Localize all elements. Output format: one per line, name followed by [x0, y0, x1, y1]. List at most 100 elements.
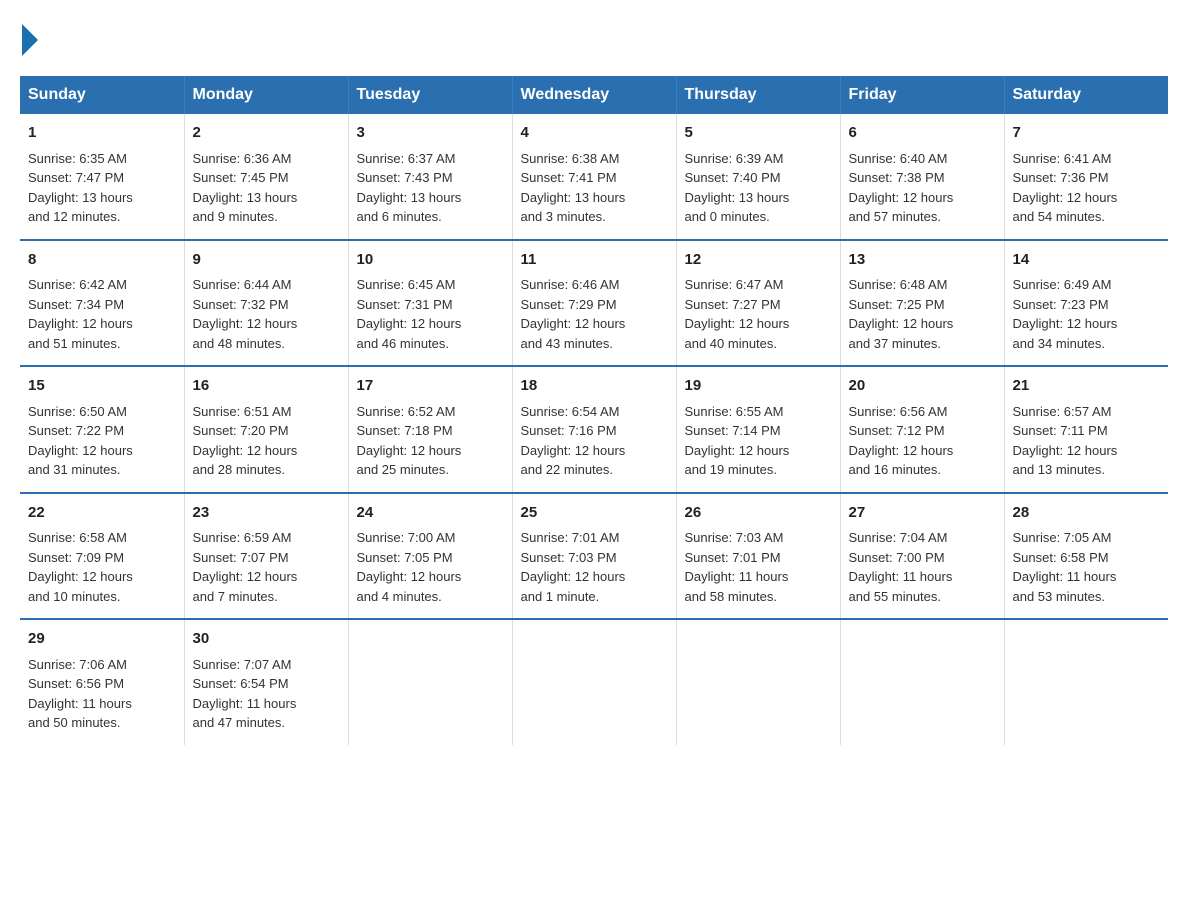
day-number: 30 — [193, 628, 340, 651]
calendar-day-cell: 27 Sunrise: 7:04 AM Sunset: 7:00 PM Dayli… — [840, 493, 1004, 620]
calendar-day-cell: 13 Sunrise: 6:48 AM Sunset: 7:25 PM Dayli… — [840, 240, 1004, 367]
day-info: Sunrise: 7:03 AM Sunset: 7:01 PM Dayligh… — [685, 528, 832, 606]
day-number: 16 — [193, 375, 340, 398]
calendar-day-cell — [676, 619, 840, 745]
calendar-day-cell: 26Sunrise: 7:03 AM Sunset: 7:01 PM Dayli… — [676, 493, 840, 620]
calendar-day-cell: 10 Sunrise: 6:45 AM Sunset: 7:31 PM Dayli… — [348, 240, 512, 367]
calendar-day-cell: 16 Sunrise: 6:51 AM Sunset: 7:20 PM Dayli… — [184, 366, 348, 493]
day-info: Sunrise: 6:50 AM Sunset: 7:22 PM Dayligh… — [28, 402, 176, 480]
calendar-day-cell: 11 Sunrise: 6:46 AM Sunset: 7:29 PM Dayli… — [512, 240, 676, 367]
calendar-day-cell: 22 Sunrise: 6:58 AM Sunset: 7:09 PM Dayli… — [20, 493, 184, 620]
calendar-day-cell: 4 Sunrise: 6:38 AM Sunset: 7:41 PM Daylig… — [512, 114, 676, 240]
day-info: Sunrise: 6:55 AM Sunset: 7:14 PM Dayligh… — [685, 402, 832, 480]
day-info: Sunrise: 7:07 AM Sunset: 6:54 PM Dayligh… — [193, 655, 340, 733]
calendar-day-cell: 20Sunrise: 6:56 AM Sunset: 7:12 PM Dayli… — [840, 366, 1004, 493]
calendar-day-cell: 12Sunrise: 6:47 AM Sunset: 7:27 PM Dayli… — [676, 240, 840, 367]
day-number: 24 — [357, 502, 504, 525]
day-number: 27 — [849, 502, 996, 525]
day-info: Sunrise: 7:05 AM Sunset: 6:58 PM Dayligh… — [1013, 528, 1161, 606]
day-info: Sunrise: 6:44 AM Sunset: 7:32 PM Dayligh… — [193, 275, 340, 353]
day-number: 6 — [849, 122, 996, 145]
day-number: 28 — [1013, 502, 1161, 525]
header-thursday: Thursday — [676, 76, 840, 114]
day-number: 20 — [849, 375, 996, 398]
day-info: Sunrise: 6:58 AM Sunset: 7:09 PM Dayligh… — [28, 528, 176, 606]
calendar-day-cell: 21 Sunrise: 6:57 AM Sunset: 7:11 PM Dayli… — [1004, 366, 1168, 493]
day-info: Sunrise: 6:40 AM Sunset: 7:38 PM Dayligh… — [849, 149, 996, 227]
day-info: Sunrise: 6:46 AM Sunset: 7:29 PM Dayligh… — [521, 275, 668, 353]
day-number: 21 — [1013, 375, 1161, 398]
day-number: 17 — [357, 375, 504, 398]
calendar-day-cell: 19 Sunrise: 6:55 AM Sunset: 7:14 PM Dayli… — [676, 366, 840, 493]
day-number: 3 — [357, 122, 504, 145]
day-info: Sunrise: 7:01 AM Sunset: 7:03 PM Dayligh… — [521, 528, 668, 606]
header-friday: Friday — [840, 76, 1004, 114]
logo — [20, 20, 40, 56]
page-header — [20, 20, 1168, 56]
day-number: 13 — [849, 249, 996, 272]
day-info: Sunrise: 6:57 AM Sunset: 7:11 PM Dayligh… — [1013, 402, 1161, 480]
calendar-day-cell: 1Sunrise: 6:35 AM Sunset: 7:47 PM Daylig… — [20, 114, 184, 240]
day-info: Sunrise: 6:36 AM Sunset: 7:45 PM Dayligh… — [193, 149, 340, 227]
calendar-day-cell: 15 Sunrise: 6:50 AM Sunset: 7:22 PM Dayli… — [20, 366, 184, 493]
calendar-table: SundayMondayTuesdayWednesdayThursdayFrid… — [20, 76, 1168, 745]
day-number: 8 — [28, 249, 176, 272]
day-info: Sunrise: 6:45 AM Sunset: 7:31 PM Dayligh… — [357, 275, 504, 353]
day-number: 12 — [685, 249, 832, 272]
day-info: Sunrise: 7:06 AM Sunset: 6:56 PM Dayligh… — [28, 655, 176, 733]
day-info: Sunrise: 6:54 AM Sunset: 7:16 PM Dayligh… — [521, 402, 668, 480]
day-number: 1 — [28, 122, 176, 145]
day-number: 14 — [1013, 249, 1161, 272]
calendar-day-cell: 17 Sunrise: 6:52 AM Sunset: 7:18 PM Dayli… — [348, 366, 512, 493]
calendar-day-cell: 18 Sunrise: 6:54 AM Sunset: 7:16 PM Dayli… — [512, 366, 676, 493]
day-info: Sunrise: 6:49 AM Sunset: 7:23 PM Dayligh… — [1013, 275, 1161, 353]
day-info: Sunrise: 6:42 AM Sunset: 7:34 PM Dayligh… — [28, 275, 176, 353]
logo-triangle-icon — [22, 24, 38, 56]
day-number: 18 — [521, 375, 668, 398]
calendar-day-cell — [348, 619, 512, 745]
calendar-day-cell — [512, 619, 676, 745]
calendar-day-cell: 3 Sunrise: 6:37 AM Sunset: 7:43 PM Daylig… — [348, 114, 512, 240]
day-info: Sunrise: 6:41 AM Sunset: 7:36 PM Dayligh… — [1013, 149, 1161, 227]
calendar-week-3: 15 Sunrise: 6:50 AM Sunset: 7:22 PM Dayli… — [20, 366, 1168, 493]
calendar-day-cell: 14 Sunrise: 6:49 AM Sunset: 7:23 PM Dayli… — [1004, 240, 1168, 367]
day-number: 29 — [28, 628, 176, 651]
day-number: 15 — [28, 375, 176, 398]
calendar-day-cell: 28 Sunrise: 7:05 AM Sunset: 6:58 PM Dayli… — [1004, 493, 1168, 620]
day-number: 22 — [28, 502, 176, 525]
header-wednesday: Wednesday — [512, 76, 676, 114]
day-info: Sunrise: 6:38 AM Sunset: 7:41 PM Dayligh… — [521, 149, 668, 227]
day-number: 10 — [357, 249, 504, 272]
calendar-week-5: 29 Sunrise: 7:06 AM Sunset: 6:56 PM Dayli… — [20, 619, 1168, 745]
day-info: Sunrise: 6:52 AM Sunset: 7:18 PM Dayligh… — [357, 402, 504, 480]
calendar-day-cell: 7Sunrise: 6:41 AM Sunset: 7:36 PM Daylig… — [1004, 114, 1168, 240]
calendar-day-cell: 24 Sunrise: 7:00 AM Sunset: 7:05 PM Dayli… — [348, 493, 512, 620]
day-number: 25 — [521, 502, 668, 525]
calendar-day-cell: 2 Sunrise: 6:36 AM Sunset: 7:45 PM Daylig… — [184, 114, 348, 240]
day-info: Sunrise: 6:51 AM Sunset: 7:20 PM Dayligh… — [193, 402, 340, 480]
day-info: Sunrise: 6:37 AM Sunset: 7:43 PM Dayligh… — [357, 149, 504, 227]
day-info: Sunrise: 7:04 AM Sunset: 7:00 PM Dayligh… — [849, 528, 996, 606]
calendar-week-1: 1Sunrise: 6:35 AM Sunset: 7:47 PM Daylig… — [20, 114, 1168, 240]
calendar-day-cell: 9 Sunrise: 6:44 AM Sunset: 7:32 PM Daylig… — [184, 240, 348, 367]
calendar-week-4: 22 Sunrise: 6:58 AM Sunset: 7:09 PM Dayli… — [20, 493, 1168, 620]
day-number: 2 — [193, 122, 340, 145]
day-number: 9 — [193, 249, 340, 272]
day-number: 11 — [521, 249, 668, 272]
day-info: Sunrise: 6:59 AM Sunset: 7:07 PM Dayligh… — [193, 528, 340, 606]
header-saturday: Saturday — [1004, 76, 1168, 114]
calendar-day-cell: 29 Sunrise: 7:06 AM Sunset: 6:56 PM Dayli… — [20, 619, 184, 745]
day-number: 4 — [521, 122, 668, 145]
day-number: 23 — [193, 502, 340, 525]
calendar-day-cell — [1004, 619, 1168, 745]
header-monday: Monday — [184, 76, 348, 114]
calendar-day-cell: 6 Sunrise: 6:40 AM Sunset: 7:38 PM Daylig… — [840, 114, 1004, 240]
calendar-day-cell: 30 Sunrise: 7:07 AM Sunset: 6:54 PM Dayli… — [184, 619, 348, 745]
day-number: 19 — [685, 375, 832, 398]
header-sunday: Sunday — [20, 76, 184, 114]
day-info: Sunrise: 6:39 AM Sunset: 7:40 PM Dayligh… — [685, 149, 832, 227]
day-info: Sunrise: 6:48 AM Sunset: 7:25 PM Dayligh… — [849, 275, 996, 353]
day-info: Sunrise: 7:00 AM Sunset: 7:05 PM Dayligh… — [357, 528, 504, 606]
calendar-day-cell: 23 Sunrise: 6:59 AM Sunset: 7:07 PM Dayli… — [184, 493, 348, 620]
calendar-day-cell — [840, 619, 1004, 745]
